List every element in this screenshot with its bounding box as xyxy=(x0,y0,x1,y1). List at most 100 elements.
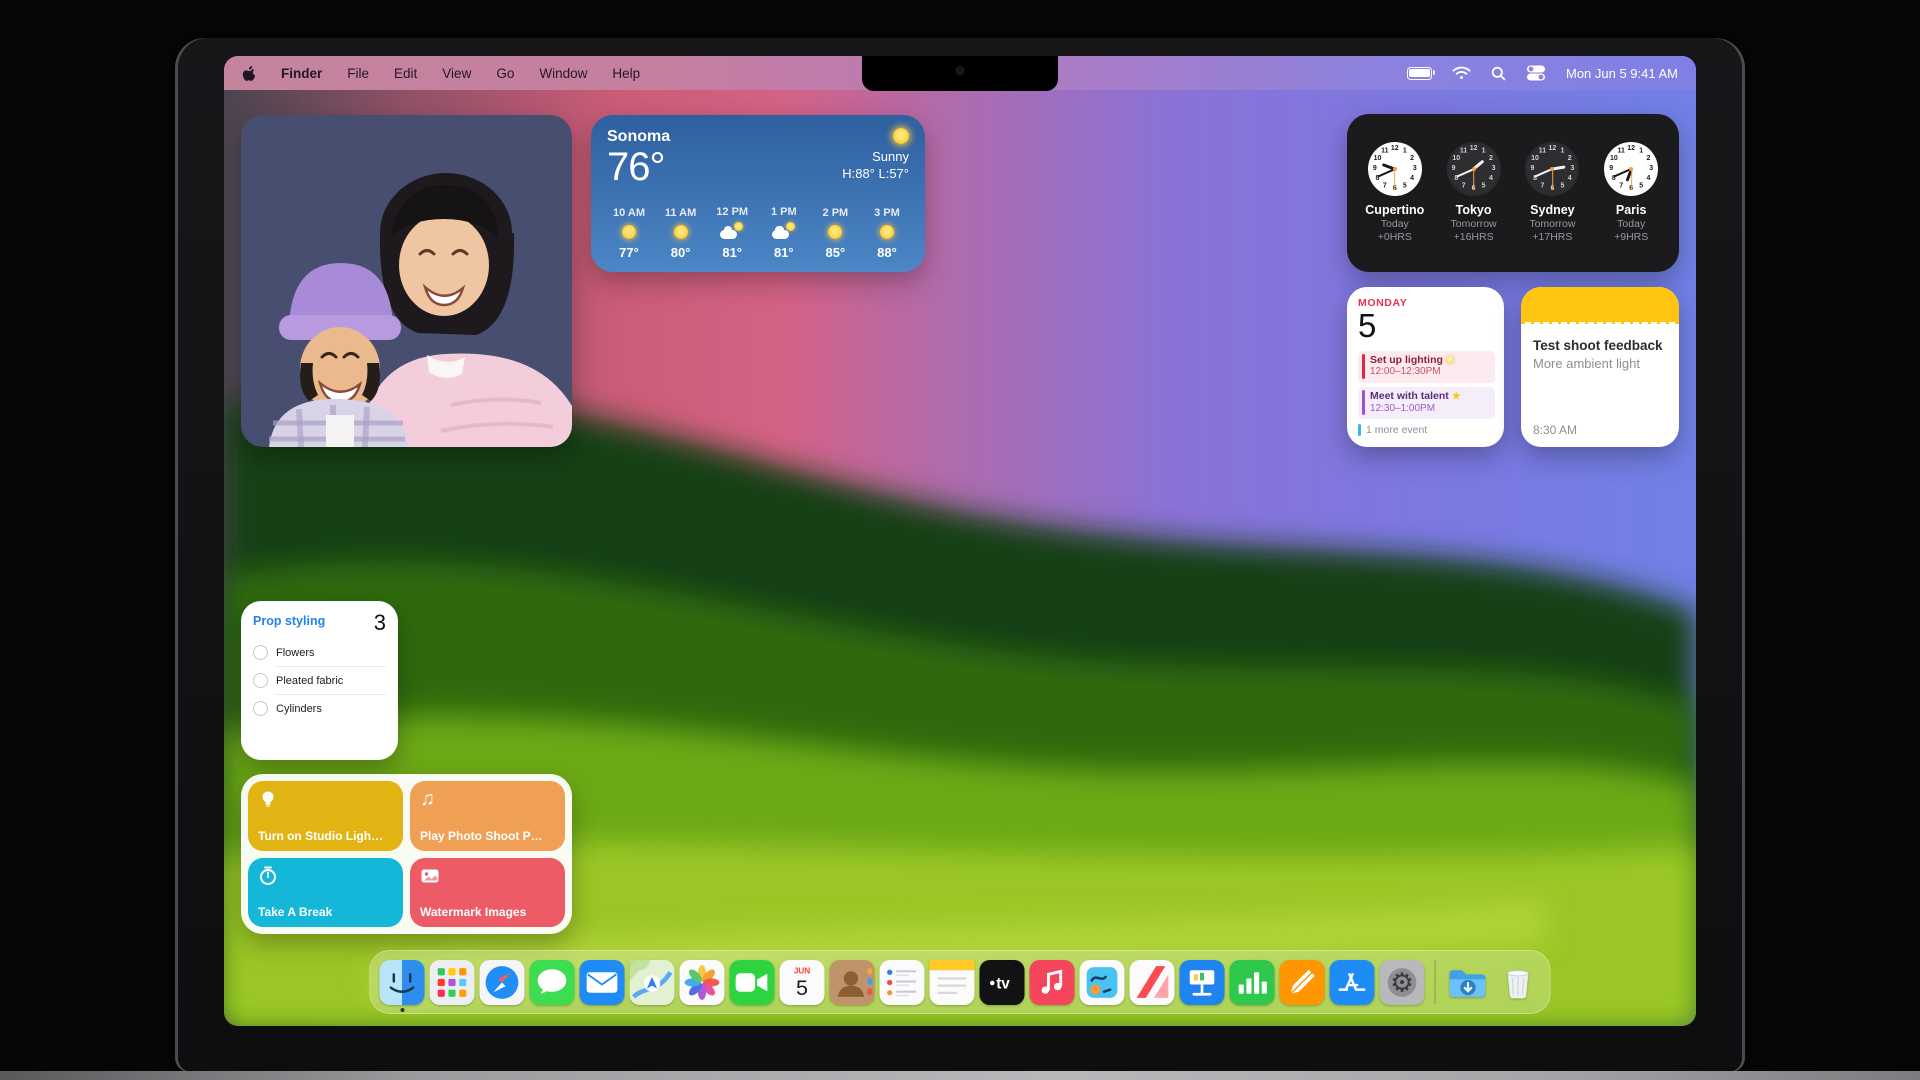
hour-label: 2 PM xyxy=(823,207,849,219)
note-body-text: More ambient light xyxy=(1533,356,1667,371)
clock-day: Today xyxy=(1617,218,1645,231)
facetime-dock-icon[interactable] xyxy=(730,960,775,1005)
shortcut-label: Play Photo Shoot P… xyxy=(420,829,543,843)
trash-dock-icon[interactable] xyxy=(1496,960,1541,1005)
reminder-checkbox[interactable] xyxy=(253,701,268,716)
note-widget[interactable]: Test shoot feedback More ambient light 8… xyxy=(1521,287,1679,447)
menu-item-window[interactable]: Window xyxy=(539,66,587,81)
news-dock-icon[interactable] xyxy=(1130,960,1175,1005)
event-time: 12:00–12:30PM xyxy=(1370,366,1454,379)
clock-city: Tokyo xyxy=(1456,203,1492,219)
macbook: Finder File Edit View Go Window Help xyxy=(178,38,1742,1072)
menu-item-go[interactable]: Go xyxy=(496,66,514,81)
clock-face: 121234567891011 xyxy=(1525,142,1579,196)
calendar-widget[interactable]: MONDAY 5 Set up lighting 12:00–12:30PM M… xyxy=(1347,287,1504,447)
launchpad-dock-icon[interactable] xyxy=(430,960,475,1005)
note-time: 8:30 AM xyxy=(1533,423,1667,437)
world-clock-cupertino[interactable]: 121234567891011 Cupertino Today +0HRS xyxy=(1358,142,1432,245)
calendar-more-row[interactable]: 1 more event xyxy=(1358,424,1495,436)
menu-clock[interactable]: Mon Jun 5 9:41 AM xyxy=(1566,66,1678,81)
clock-face: 121234567891011 xyxy=(1447,142,1501,196)
shortcut-watermark-images[interactable]: Watermark Images xyxy=(410,858,565,928)
reminders-widget[interactable]: Prop styling 3 Flowers Pleated fabric Cy… xyxy=(241,601,398,760)
mail-dock-icon[interactable] xyxy=(580,960,625,1005)
wifi-icon[interactable] xyxy=(1452,66,1471,80)
battery-icon[interactable] xyxy=(1407,67,1432,80)
forecast-hour: 11 AM 80° xyxy=(659,207,703,260)
system-settings-dock-icon[interactable]: ⚙ xyxy=(1380,960,1425,1005)
hour-label: 10 AM xyxy=(613,207,645,219)
messages-dock-icon[interactable] xyxy=(530,960,575,1005)
partly-cloudy-icon xyxy=(720,224,744,239)
reminders-dock-icon[interactable] xyxy=(880,960,925,1005)
event-title: Set up lighting xyxy=(1370,354,1454,367)
calendar-event[interactable]: Meet with talent ★ 12:30–1:00PM xyxy=(1358,387,1495,420)
menu-item-help[interactable]: Help xyxy=(612,66,640,81)
clock-city: Sydney xyxy=(1530,203,1574,219)
hour-temp: 77° xyxy=(619,245,639,260)
world-clock-tokyo[interactable]: 121234567891011 Tokyo Tomorrow +16HRS xyxy=(1437,142,1511,245)
tv-dock-icon[interactable]: tv xyxy=(980,960,1025,1005)
hourly-forecast: 10 AM 77°11 AM 80°12 PM 81°1 PM 81°2 PM … xyxy=(607,206,909,260)
forecast-hour: 12 PM 81° xyxy=(710,206,754,260)
maps-dock-icon[interactable] xyxy=(630,960,675,1005)
calendar-events: Set up lighting 12:00–12:30PM Meet with … xyxy=(1358,351,1495,424)
photo-widget[interactable] xyxy=(241,115,572,447)
reminder-checkbox[interactable] xyxy=(253,645,268,660)
desktop[interactable]: Finder File Edit View Go Window Help xyxy=(224,56,1696,1026)
notes-dock-icon[interactable] xyxy=(930,960,975,1005)
world-clock-paris[interactable]: 121234567891011 Paris Today +9HRS xyxy=(1594,142,1668,245)
note-title: Test shoot feedback xyxy=(1533,338,1667,353)
spotlight-icon[interactable] xyxy=(1491,66,1506,81)
music-dock-icon[interactable] xyxy=(1030,960,1075,1005)
event-time: 12:30–1:00PM xyxy=(1370,403,1461,416)
clock-city: Cupertino xyxy=(1365,203,1424,219)
menu-item-edit[interactable]: Edit xyxy=(394,66,417,81)
clock-face: 121234567891011 xyxy=(1604,142,1658,196)
reminder-item[interactable]: Pleated fabric xyxy=(253,670,386,691)
shortcuts-widget[interactable]: Turn on Studio Ligh…♫ Play Photo Shoot P… xyxy=(241,774,572,934)
control-center-icon[interactable] xyxy=(1526,65,1546,81)
svg-text:JUN: JUN xyxy=(794,966,810,975)
shortcut-turn-on-studio-ligh[interactable]: Turn on Studio Ligh… xyxy=(248,781,403,851)
photos-dock-icon[interactable] xyxy=(680,960,725,1005)
reminder-item[interactable]: Cylinders xyxy=(253,698,386,719)
camera-notch xyxy=(862,56,1058,91)
bulb-icon xyxy=(1446,356,1454,364)
reminder-checkbox[interactable] xyxy=(253,673,268,688)
hour-temp: 85° xyxy=(826,245,846,260)
app-store-dock-icon[interactable] xyxy=(1330,960,1375,1005)
world-clock-sydney[interactable]: 121234567891011 Sydney Tomorrow +17HRS xyxy=(1515,142,1589,245)
finder-dock-icon[interactable] xyxy=(380,960,425,1005)
contacts-dock-icon[interactable] xyxy=(830,960,875,1005)
hour-temp: 80° xyxy=(671,245,691,260)
safari-dock-icon[interactable] xyxy=(480,960,525,1005)
photo-widget-image xyxy=(241,115,572,447)
shortcut-play-photo-shoot-p[interactable]: ♫ Play Photo Shoot P… xyxy=(410,781,565,851)
world-clock-widget[interactable]: 121234567891011 Cupertino Today +0HRS121… xyxy=(1347,114,1679,272)
hour-label: 3 PM xyxy=(874,207,900,219)
clock-day: Tomorrow xyxy=(1451,218,1497,231)
dock[interactable]: JUN5 tv ⚙ xyxy=(370,950,1551,1014)
pages-dock-icon[interactable] xyxy=(1280,960,1325,1005)
clock-offset: +9HRS xyxy=(1614,231,1648,244)
clock-day: Tomorrow xyxy=(1529,218,1575,231)
reminder-item[interactable]: Flowers xyxy=(253,642,386,663)
svg-text:⚙: ⚙ xyxy=(1390,967,1414,998)
forecast-hour: 1 PM 81° xyxy=(762,206,806,260)
menu-item-view[interactable]: View xyxy=(442,66,471,81)
note-header xyxy=(1521,287,1679,324)
freeform-dock-icon[interactable] xyxy=(1080,960,1125,1005)
weather-widget[interactable]: Sonoma 76° Sunny H:88° L:57° 10 AM 77°11… xyxy=(591,115,925,272)
calendar-dock-icon[interactable]: JUN5 xyxy=(780,960,825,1005)
keynote-dock-icon[interactable] xyxy=(1180,960,1225,1005)
menu-item-file[interactable]: File xyxy=(347,66,369,81)
apple-menu-icon[interactable] xyxy=(242,65,256,82)
svg-text:5: 5 xyxy=(796,975,808,999)
shortcut-take-a-break[interactable]: Take A Break xyxy=(248,858,403,928)
downloads-dock-icon[interactable] xyxy=(1446,960,1491,1005)
weather-condition: Sunny xyxy=(872,149,909,164)
numbers-dock-icon[interactable] xyxy=(1230,960,1275,1005)
menu-app-name[interactable]: Finder xyxy=(281,66,322,81)
calendar-event[interactable]: Set up lighting 12:00–12:30PM xyxy=(1358,351,1495,383)
